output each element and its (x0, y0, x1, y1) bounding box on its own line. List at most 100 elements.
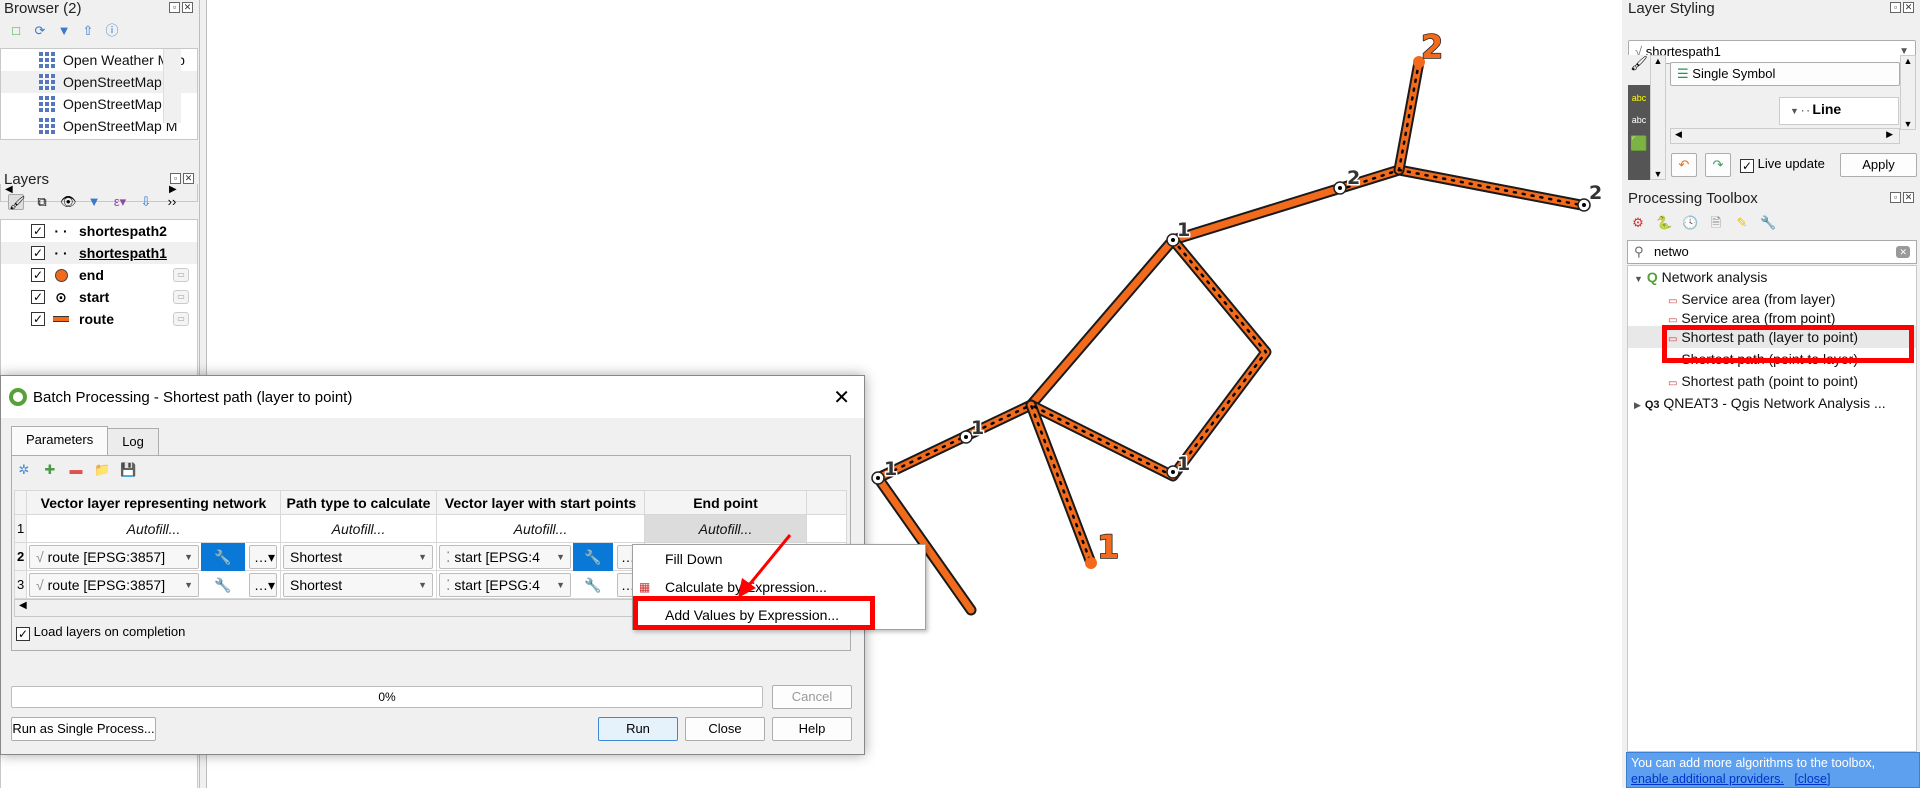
expression-filter-icon[interactable]: ε▾ (112, 194, 128, 210)
more-options-button[interactable]: …▾ (249, 545, 277, 569)
close-icon[interactable]: ✕ (1903, 192, 1914, 203)
wrench-icon[interactable]: 🔧 (201, 543, 245, 571)
3d-view-tab-icon[interactable]: 🟩 (1628, 135, 1650, 152)
layer-visibility-checkbox[interactable]: ✓ (31, 312, 45, 326)
network-layer-select[interactable]: √ route [EPSG:3857] ▼ (29, 545, 199, 569)
options-icon[interactable]: 🔧 (1760, 215, 1776, 231)
close-icon[interactable]: ✕ (182, 2, 193, 13)
enable-providers-link[interactable]: enable additional providers. (1631, 772, 1784, 786)
toolbox-group-network-analysis[interactable]: ▼ Q Network analysis (1628, 266, 1916, 288)
masks-tab-icon[interactable]: abc (1628, 115, 1650, 125)
close-icon[interactable]: ✕ (183, 173, 194, 184)
styling-layer-select[interactable]: √ shortespath1 ▼ (1628, 40, 1916, 64)
apply-button[interactable]: Apply (1840, 153, 1917, 177)
models-icon[interactable]: ⚙ (1630, 215, 1646, 231)
filter-legend-icon[interactable]: ▼ (86, 194, 102, 210)
path-type-select[interactable]: Shortest ▼ (283, 573, 433, 597)
save-icon[interactable]: 💾 (120, 462, 136, 478)
notice-close-link[interactable]: [close] (1794, 772, 1830, 786)
layer-visibility-checkbox[interactable]: ✓ (31, 268, 45, 282)
run-button[interactable]: Run (598, 717, 678, 741)
filter-icon[interactable]: ▼ (56, 23, 72, 39)
layer-visibility-checkbox[interactable]: ✓ (31, 224, 45, 238)
redo-button[interactable]: ↷ (1705, 153, 1731, 177)
tab-log[interactable]: Log (107, 428, 159, 456)
start-layer-select[interactable]: ⁚ start [EPSG:4 ▼ (439, 573, 571, 597)
toolbox-search-input[interactable]: ⚲ netwo ✕ (1627, 240, 1917, 264)
menu-item-fill-down[interactable]: Fill Down (633, 545, 925, 573)
float-icon[interactable]: ▫ (1890, 192, 1901, 203)
add-selected-icon[interactable]: □ (8, 23, 24, 39)
autofill-button[interactable]: Autofill... (280, 514, 437, 543)
cancel-button[interactable]: Cancel (772, 685, 852, 709)
memory-layer-icon[interactable]: ▭ (173, 290, 189, 304)
expand-all-icon[interactable]: ⇩ (138, 194, 154, 210)
memory-layer-icon[interactable]: ▭ (173, 268, 189, 282)
layer-visibility-checkbox[interactable]: ✓ (31, 246, 45, 260)
python-icon[interactable]: 🐍 (1656, 215, 1672, 231)
expand-icon[interactable]: ▼ (1634, 274, 1643, 284)
load-layers-checkbox[interactable]: ✓ (16, 627, 30, 641)
toolbox-algorithm[interactable]: ▭ Service area (from layer) (1628, 288, 1916, 310)
load-layers-toggle[interactable]: ✓ Load layers on completion (16, 624, 185, 641)
symbology-tab-icon[interactable]: 🖌 (1628, 55, 1650, 85)
tab-parameters[interactable]: Parameters (11, 426, 109, 456)
visibility-icon[interactable]: 👁 (60, 194, 77, 210)
float-icon[interactable]: ▫ (1890, 2, 1901, 13)
more-options-button[interactable]: …▾ (249, 573, 277, 597)
layer-item-end[interactable]: ✓ end ▭ (1, 264, 197, 286)
open-folder-icon[interactable]: 📁 (94, 462, 110, 478)
close-icon[interactable]: ✕ (1903, 2, 1914, 13)
start-layer-select[interactable]: ⁚ start [EPSG:4 ▼ (439, 545, 571, 569)
toolbox-group-qneat3[interactable]: ▶ Q3 QNEAT3 - Qgis Network Analysis ... (1628, 392, 1916, 414)
browser-vscrollbar[interactable] (163, 49, 181, 123)
toolbox-algorithm[interactable]: ▭ Shortest path (point to point) (1628, 370, 1916, 392)
symbol-hscrollbar[interactable]: ◀ ▶ (1670, 128, 1900, 144)
more-icon[interactable]: ›› (164, 194, 180, 210)
wrench-icon[interactable]: 🔧 (573, 543, 613, 571)
clear-search-icon[interactable]: ✕ (1896, 246, 1910, 258)
style-manager-icon[interactable]: 🖌 (8, 194, 26, 210)
start-point-center (1171, 470, 1175, 474)
renderer-select[interactable]: ☰ Single Symbol (1670, 62, 1900, 86)
float-icon[interactable]: ▫ (170, 173, 181, 184)
undo-button[interactable]: ↶ (1671, 153, 1697, 177)
scroll-left-icon[interactable]: ◀ (19, 600, 27, 611)
edit-features-icon[interactable]: ✎ (1734, 215, 1750, 231)
memory-layer-icon[interactable]: ▭ (173, 312, 189, 326)
autofill-button[interactable]: Autofill... (436, 514, 645, 543)
wrench-icon[interactable]: 🔧 (573, 571, 613, 599)
help-button[interactable]: Help (772, 717, 852, 741)
live-update-checkbox[interactable]: ✓ (1740, 159, 1754, 173)
layer-visibility-checkbox[interactable]: ✓ (31, 290, 45, 304)
layer-item-route[interactable]: ✓ route ▭ (1, 308, 197, 330)
info-icon[interactable]: ⓘ (104, 23, 120, 39)
expand-icon[interactable]: ▶ (1634, 400, 1641, 410)
close-icon[interactable]: ✕ (833, 385, 850, 410)
run-single-process-button[interactable]: Run as Single Process... (11, 717, 156, 741)
labels-tab-icon[interactable]: abc (1628, 93, 1650, 103)
live-update-toggle[interactable]: ✓ Live update (1740, 156, 1825, 173)
symbol-tree-line[interactable]: ▼ · · Line (1779, 97, 1899, 125)
remove-row-icon[interactable]: ▬ (68, 462, 84, 478)
layer-item-start[interactable]: ✓ ⊙ start ▭ (1, 286, 197, 308)
add-group-icon[interactable]: ⧉ (34, 194, 50, 210)
close-button[interactable]: Close (685, 717, 765, 741)
network-layer-select[interactable]: √ route [EPSG:3857] ▼ (29, 573, 199, 597)
toolbox-algorithm[interactable]: ▭ Service area (from point) (1628, 310, 1916, 326)
history-icon[interactable]: 🕓 (1682, 215, 1698, 231)
autofill-icon[interactable]: ✲ (16, 462, 32, 478)
wrench-icon[interactable]: 🔧 (201, 571, 245, 599)
layer-item-shortespath2[interactable]: ✓ · · shortespath2 (1, 220, 197, 242)
layer-item-shortespath1[interactable]: ✓ · · shortespath1 (1, 242, 197, 264)
path-type-select[interactable]: Shortest ▼ (283, 545, 433, 569)
add-row-icon[interactable]: ✚ (42, 462, 58, 478)
results-icon[interactable]: 🗎 (1708, 215, 1724, 231)
float-icon[interactable]: ▫ (169, 2, 180, 13)
side-tabs-scrollbar[interactable]: ▲ ▼ (1650, 55, 1666, 180)
refresh-icon[interactable]: ⟳ (32, 23, 48, 39)
collapse-icon[interactable]: ⇧ (80, 23, 96, 39)
symbol-vscrollbar[interactable]: ▲ ▼ (1900, 55, 1916, 130)
autofill-button[interactable]: Autofill... (26, 514, 281, 543)
autofill-button-end-point[interactable]: Autofill... (644, 514, 807, 543)
